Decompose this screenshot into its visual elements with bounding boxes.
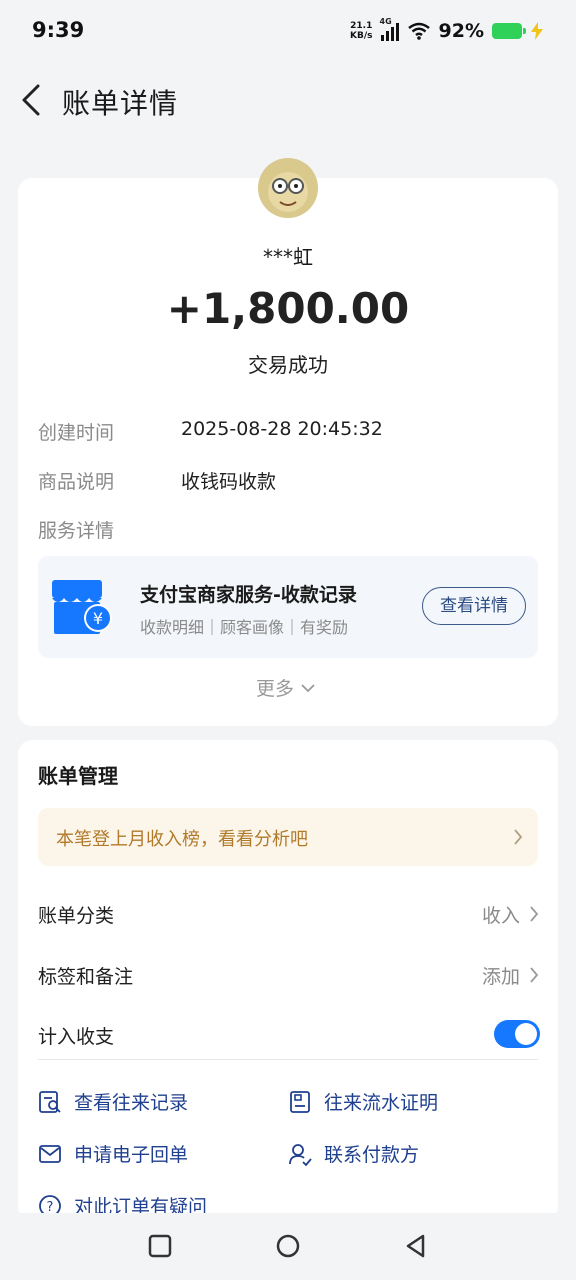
system-nav-bar xyxy=(0,1213,576,1280)
product-desc-value: 收钱码收款 xyxy=(181,471,277,493)
e-receipt-action[interactable]: 申请电子回单 xyxy=(38,1140,188,1167)
header: 账单详情 xyxy=(0,62,576,138)
net-speed-unit: KB/s xyxy=(350,31,373,41)
chevron-right-icon[interactable] xyxy=(528,965,540,985)
net-speed-value: 21.1 xyxy=(350,21,373,31)
statement-proof-action[interactable]: 往来流水证明 xyxy=(288,1088,438,1115)
service-details-label: 服务详情 xyxy=(38,520,115,542)
bill-management-card: 账单管理 本笔登上月收入榜，看看分析吧 账单分类 收入 标签和备注 添加 计入收… xyxy=(18,740,558,1220)
mail-icon xyxy=(39,1144,61,1163)
battery-percent: 92% xyxy=(438,20,484,42)
battery-icon xyxy=(492,23,526,39)
recent-apps-icon[interactable] xyxy=(147,1233,173,1259)
toggle-knob xyxy=(515,1023,537,1045)
chevron-down-icon xyxy=(301,683,315,692)
more-label: 更多 xyxy=(256,678,295,700)
status-bar: 9:39 21.1 KB/s 4G 92% xyxy=(0,0,576,62)
transaction-card: ***虹 +1,800.00 交易成功 创建时间 2025-08-28 20:4… xyxy=(18,158,558,726)
tags-notes-label[interactable]: 标签和备注 xyxy=(38,962,133,989)
divider xyxy=(38,1059,538,1060)
created-time-label: 创建时间 xyxy=(38,422,115,444)
chevron-right-icon xyxy=(514,829,523,845)
contact-payer-action[interactable]: 联系付款方 xyxy=(288,1140,419,1167)
service-title: 支付宝商家服务-收款记录 xyxy=(140,584,357,606)
network-type: 4G xyxy=(379,17,392,26)
tags-notes-value[interactable]: 添加 xyxy=(482,962,520,989)
more-button[interactable]: 更多 xyxy=(256,674,316,701)
back-arrow-icon[interactable] xyxy=(18,80,48,120)
income-rank-banner[interactable]: 本笔登上月收入榜，看看分析吧 xyxy=(38,808,538,866)
created-time-value: 2025-08-28 20:45:32 xyxy=(181,418,383,440)
status-icons: 21.1 KB/s 4G 92% xyxy=(350,17,544,45)
contact-person-icon xyxy=(289,1143,312,1166)
banner-text: 本笔登上月收入榜，看看分析吧 xyxy=(56,829,308,850)
wifi-icon xyxy=(407,22,430,40)
bill-category-label[interactable]: 账单分类 xyxy=(38,901,114,928)
include-in-stats-label: 计入收支 xyxy=(38,1026,115,1048)
status-time: 9:39 xyxy=(32,18,85,42)
section-title: 账单管理 xyxy=(38,764,118,788)
bill-category-value[interactable]: 收入 xyxy=(482,901,520,928)
home-icon[interactable] xyxy=(275,1233,301,1259)
view-records-action[interactable]: 查看往来记录 xyxy=(38,1088,188,1115)
view-records-label: 查看往来记录 xyxy=(74,1092,189,1114)
merchant-service-card[interactable]: ¥ 支付宝商家服务-收款记录 收款明细｜顾客画像｜有奖励 查看详情 xyxy=(38,556,538,658)
statement-proof-label: 往来流水证明 xyxy=(324,1092,439,1114)
record-search-icon xyxy=(39,1090,61,1113)
page-title: 账单详情 xyxy=(62,87,179,120)
product-desc-label: 商品说明 xyxy=(38,471,115,493)
e-receipt-label: 申请电子回单 xyxy=(74,1144,189,1166)
chevron-right-icon[interactable] xyxy=(528,904,540,924)
back-icon[interactable] xyxy=(403,1233,429,1259)
svg-text:¥: ¥ xyxy=(93,609,103,628)
store-icon: ¥ xyxy=(52,580,112,634)
service-subtitle: 收款明细｜顾客画像｜有奖励 xyxy=(140,618,349,637)
net-speed: 21.1 KB/s xyxy=(350,21,372,41)
document-icon xyxy=(290,1090,310,1113)
view-details-button[interactable]: 查看详情 xyxy=(422,587,526,625)
contact-payer-label: 联系付款方 xyxy=(324,1144,420,1166)
include-in-stats-toggle[interactable] xyxy=(494,1020,540,1048)
charging-icon xyxy=(531,22,543,40)
transaction-amount: +1,800.00 xyxy=(166,284,410,333)
avatar[interactable] xyxy=(258,158,318,218)
signal-icon: 4G xyxy=(380,17,399,41)
transaction-status: 交易成功 xyxy=(248,353,328,377)
payer-name: ***虹 xyxy=(263,245,313,269)
